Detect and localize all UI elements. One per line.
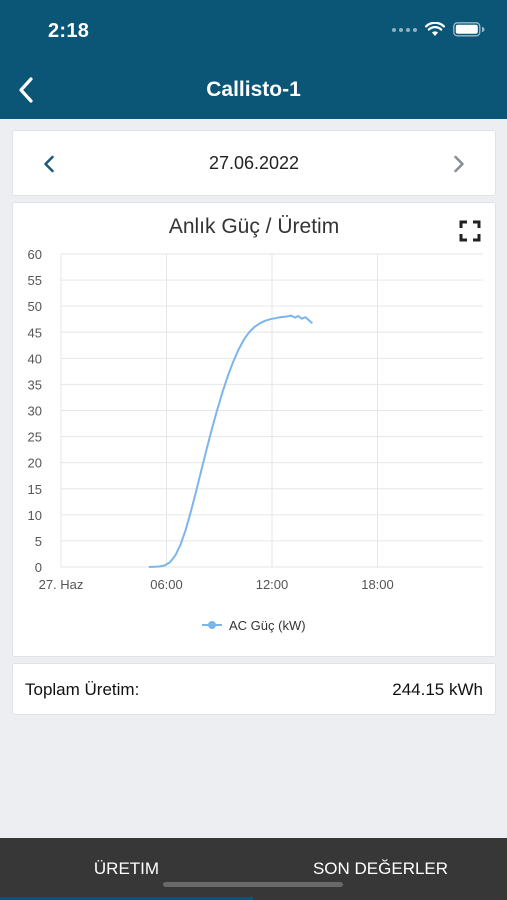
- chart-title: Anlık Güç / Üretim: [168, 215, 340, 238]
- selected-date[interactable]: 27.06.2022: [13, 153, 495, 174]
- status-bar: 2:18: [0, 0, 507, 64]
- x-tick-label: 06:00: [150, 577, 183, 592]
- y-tick-label: 30: [28, 404, 42, 419]
- y-tick-label: 10: [28, 508, 42, 523]
- x-tick-label: 12:00: [256, 577, 289, 592]
- x-tick-label: 18:00: [361, 577, 394, 592]
- y-tick-label: 15: [28, 482, 42, 497]
- next-date-button[interactable]: [445, 150, 473, 178]
- power-chart-card: 0 5 10 15 20 25 30 35 40 45 50 55 60 27. Haz 06:00 12:0…: [12, 202, 496, 657]
- tab-son-degerler[interactable]: SON DEĞERLER: [254, 838, 507, 900]
- y-tick-label: 40: [28, 351, 42, 366]
- y-tick-label: 60: [28, 247, 42, 262]
- y-tick-label: 25: [28, 430, 42, 445]
- y-tick-label: 55: [28, 273, 42, 288]
- total-production-label: Toplam Üretim:: [25, 680, 140, 699]
- total-production-value: 244.15 kWh: [392, 680, 483, 699]
- battery-icon: [453, 22, 485, 37]
- x-tick-label: 27. Haz: [39, 577, 84, 592]
- fullscreen-button[interactable]: [459, 220, 481, 242]
- legend-label: AC Güç (kW): [229, 618, 306, 633]
- page-title: Callisto-1: [206, 78, 301, 101]
- fullscreen-icon: [459, 220, 481, 242]
- tab-uretim[interactable]: ÜRETIM: [0, 838, 253, 900]
- date-selector: 27.06.2022: [12, 130, 496, 196]
- power-chart: 0 5 10 15 20 25 30 35 40 45 50 55 60 27. Haz 06:00 12:0…: [28, 247, 483, 633]
- total-production-card: Toplam Üretim: 244.15 kWh: [12, 663, 496, 715]
- legend-swatch-marker: [208, 621, 216, 629]
- y-tick-label: 50: [28, 299, 42, 314]
- status-time: 2:18: [48, 20, 90, 42]
- nav-bar: Callisto-1: [0, 64, 507, 119]
- y-tick-label: 0: [35, 560, 42, 575]
- wifi-icon: [425, 22, 445, 36]
- y-tick-label: 45: [28, 325, 42, 340]
- tab-bar: ÜRETIM SON DEĞERLER: [0, 838, 507, 900]
- series-line: [148, 314, 314, 568]
- signal-icon: [392, 27, 417, 32]
- home-indicator: [163, 882, 343, 887]
- chevron-right-icon: [454, 155, 464, 173]
- y-tick-label: 5: [35, 534, 42, 549]
- y-tick-label: 35: [28, 377, 42, 392]
- status-icons: [392, 22, 485, 37]
- y-tick-label: 20: [28, 456, 42, 471]
